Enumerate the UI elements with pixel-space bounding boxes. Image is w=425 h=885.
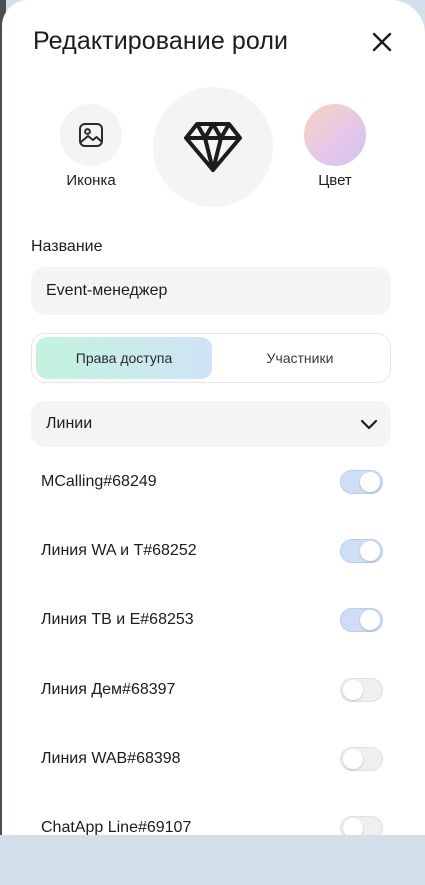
icon-picker-button[interactable] bbox=[60, 104, 122, 166]
line-item: MCalling#68249 bbox=[41, 468, 383, 496]
line-toggle[interactable] bbox=[340, 678, 383, 702]
lines-dropdown[interactable]: Линии bbox=[31, 401, 391, 447]
toggle-knob bbox=[360, 472, 380, 492]
line-toggle[interactable] bbox=[340, 608, 383, 632]
dialog-title: Редактирование роли bbox=[33, 27, 289, 55]
icon-picker-label: Иконка bbox=[66, 172, 116, 189]
tab-members[interactable]: Участники bbox=[212, 337, 388, 379]
line-item-label: MCalling#68249 bbox=[41, 473, 157, 490]
toggle-knob bbox=[343, 749, 363, 769]
close-icon bbox=[372, 32, 392, 52]
name-field-label: Название bbox=[31, 238, 103, 255]
line-item-label: Линия WAB#68398 bbox=[41, 750, 181, 767]
role-tabs: Права доступа Участники bbox=[31, 333, 391, 383]
chevron-down-icon bbox=[360, 419, 378, 430]
line-toggle[interactable] bbox=[340, 747, 383, 771]
line-item: Линия Дем#68397 bbox=[41, 676, 383, 704]
line-item-label: Линия ТВ и Е#68253 bbox=[41, 611, 194, 628]
toggle-knob bbox=[343, 680, 363, 700]
line-item: Линия WA и T#68252 bbox=[41, 537, 383, 565]
role-name-input[interactable] bbox=[31, 267, 391, 315]
line-item-label: Линия Дем#68397 bbox=[41, 681, 176, 698]
lines-dropdown-label: Линии bbox=[46, 415, 93, 432]
line-item: Линия WAB#68398 bbox=[41, 745, 383, 773]
close-button[interactable] bbox=[368, 28, 396, 56]
line-toggle[interactable] bbox=[340, 539, 383, 563]
line-item-label: Линия WA и T#68252 bbox=[41, 542, 197, 559]
color-picker-label: Цвет bbox=[318, 172, 352, 189]
line-item: Линия ТВ и Е#68253 bbox=[41, 606, 383, 634]
bottom-overlay bbox=[0, 835, 425, 885]
tab-access-rights[interactable]: Права доступа bbox=[36, 337, 212, 379]
role-icon-preview bbox=[153, 87, 273, 207]
diamond-icon bbox=[184, 122, 242, 172]
color-picker-button[interactable] bbox=[304, 104, 366, 166]
image-icon bbox=[79, 123, 103, 147]
toggle-knob bbox=[360, 610, 380, 630]
line-toggle[interactable] bbox=[340, 470, 383, 494]
toggle-knob bbox=[360, 541, 380, 561]
